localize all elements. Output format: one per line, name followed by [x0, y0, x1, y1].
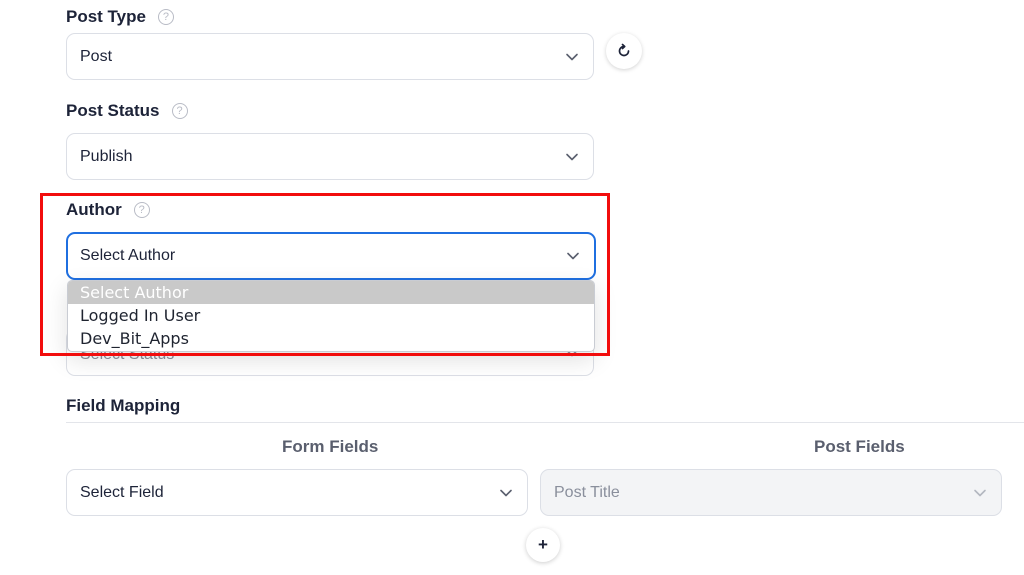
form-fields-header: Form Fields: [282, 437, 379, 456]
post-field-value: Post Title: [554, 483, 620, 501]
plus-icon: +: [538, 535, 548, 554]
post-fields-header: Post Fields: [814, 437, 905, 456]
author-label-text: Author: [66, 200, 122, 219]
help-icon[interactable]: ?: [133, 202, 150, 218]
post-type-label-text: Post Type: [66, 7, 146, 26]
author-select[interactable]: Select Author: [66, 232, 596, 280]
form-field-select[interactable]: Select Field: [66, 469, 528, 516]
chevron-down-icon: [500, 489, 512, 496]
chevron-down-icon: [567, 252, 579, 260]
refresh-icon: [618, 43, 630, 57]
help-icon[interactable]: ?: [171, 103, 188, 119]
author-option-select-author[interactable]: Select Author: [68, 281, 594, 304]
author-dropdown-list: Select Author Logged In User Dev_Bit_App…: [67, 280, 595, 352]
post-type-select[interactable]: Post: [66, 33, 594, 80]
chevron-down-icon: [974, 489, 986, 496]
field-mapping-title: Field Mapping: [66, 395, 180, 417]
chevron-down-icon: [566, 153, 578, 160]
form-field-value: Select Field: [80, 483, 164, 501]
help-icon[interactable]: ?: [157, 9, 174, 25]
post-status-label-text: Post Status: [66, 101, 160, 120]
post-status-label: Post Status ?: [66, 100, 188, 122]
refresh-button[interactable]: [606, 33, 642, 69]
post-settings-panel: Post Type ? Post Post Status ? Publish S…: [0, 0, 1024, 575]
field-mapping-title-text: Field Mapping: [66, 396, 181, 415]
post-status-value: Publish: [80, 147, 133, 165]
author-value: Select Author: [80, 247, 176, 264]
chevron-down-icon: [566, 53, 578, 60]
post-type-value: Post: [80, 47, 113, 65]
post-status-select[interactable]: Publish: [66, 133, 594, 180]
post-type-label: Post Type ?: [66, 6, 174, 28]
author-label: Author ?: [66, 199, 150, 221]
post-field-select: Post Title: [540, 469, 1002, 516]
author-option-dev-bit-apps[interactable]: Dev_Bit_Apps: [68, 327, 594, 350]
author-option-logged-in-user[interactable]: Logged In User: [68, 304, 594, 327]
add-field-button[interactable]: +: [526, 528, 560, 562]
divider: [66, 422, 1024, 423]
